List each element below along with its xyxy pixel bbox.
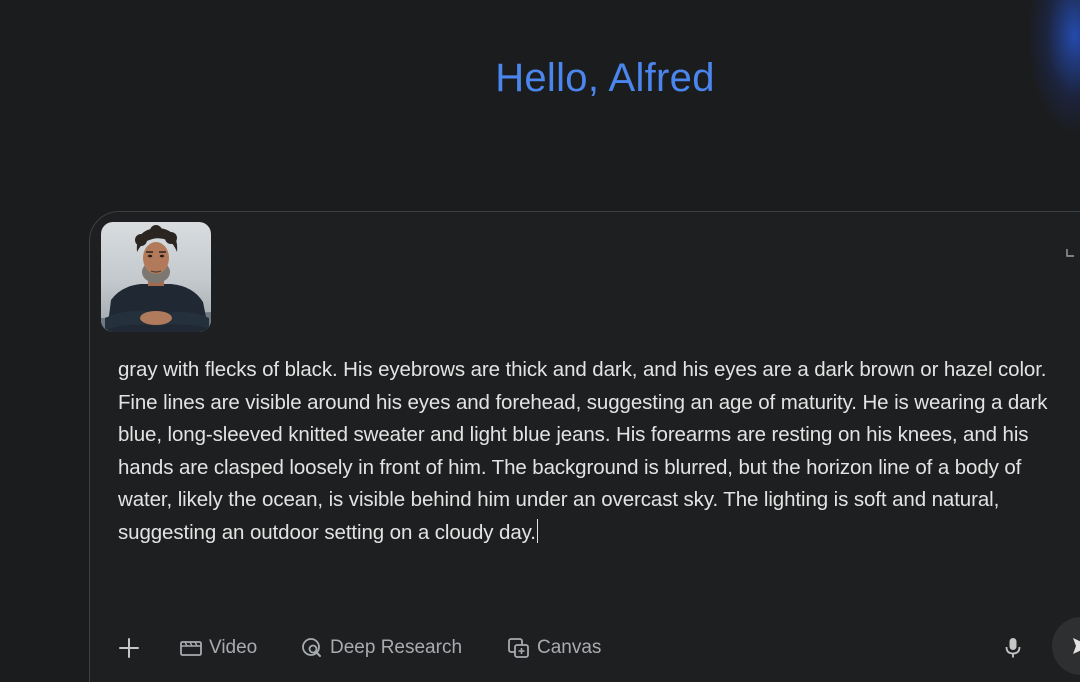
deep-research-tool-button[interactable]: Deep Research (300, 630, 462, 666)
microphone-icon (1005, 638, 1021, 658)
prompt-composer[interactable]: gray with flecks of black. His eyebrows … (89, 211, 1080, 682)
canvas-icon (508, 638, 529, 658)
send-icon (1073, 638, 1080, 654)
plus-icon (119, 638, 139, 658)
attached-image-thumbnail[interactable] (101, 222, 211, 332)
canvas-tool-button[interactable]: Canvas (507, 630, 601, 666)
prompt-textarea[interactable]: gray with flecks of black. His eyebrows … (118, 354, 1058, 550)
add-attachment-button[interactable] (114, 630, 144, 666)
text-caret (536, 518, 539, 543)
video-tool-label: Video (209, 637, 258, 658)
greeting-title: Hello, Alfred (495, 56, 715, 100)
composer-toolbar: Video Deep Research Canvas (90, 630, 1070, 666)
deep-research-icon (302, 638, 321, 657)
portrait-photo (101, 222, 211, 332)
film-icon (180, 641, 202, 656)
prompt-text-content: gray with flecks of black. His eyebrows … (118, 358, 1048, 544)
app-page: Hello, Alfred gray with flecks of black.… (0, 0, 1080, 682)
canvas-tool-label: Canvas (537, 637, 602, 658)
collapse-corner-icon[interactable] (1066, 248, 1076, 258)
microphone-button[interactable] (998, 630, 1028, 666)
send-button[interactable] (1052, 617, 1080, 675)
video-tool-button[interactable]: Video (179, 630, 257, 666)
deep-research-tool-label: Deep Research (330, 637, 463, 658)
